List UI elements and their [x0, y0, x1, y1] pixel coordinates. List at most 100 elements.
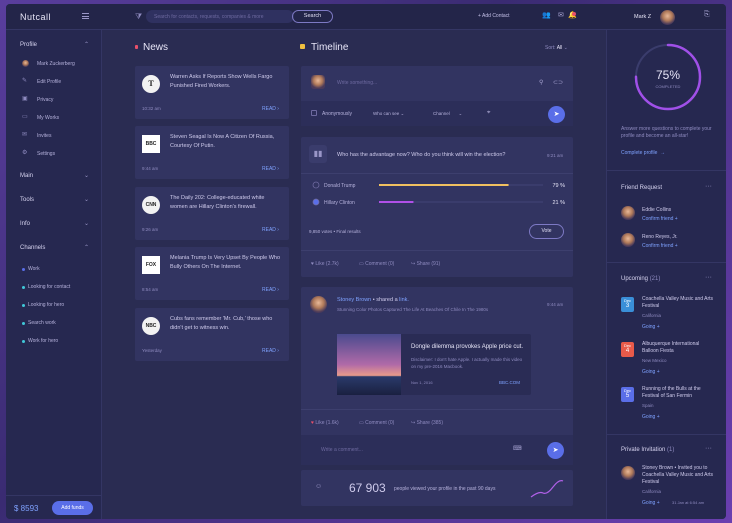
- profile-section-title[interactable]: Profile: [20, 42, 37, 48]
- sidebar-item-settings[interactable]: Settings: [37, 151, 55, 157]
- chevron-up-icon[interactable]: ⌃: [84, 41, 89, 48]
- channel-select[interactable]: Channel ⌄: [433, 111, 462, 117]
- sidebar-item-invites[interactable]: Invites: [37, 133, 51, 139]
- location-icon[interactable]: ⌖: [487, 110, 490, 117]
- event-title[interactable]: Coachella Valley Music and Arts Festival: [642, 296, 716, 310]
- sidebar-item-privacy[interactable]: Privacy: [37, 97, 53, 103]
- channel-item-search-work[interactable]: Search work: [28, 320, 56, 326]
- comment-button[interactable]: ▭ Comment (0): [359, 261, 394, 267]
- search-button[interactable]: Search: [292, 10, 333, 23]
- news-headline[interactable]: The Daily 202: College-educated white wo…: [170, 194, 282, 212]
- sidebar-item-profile-name[interactable]: Mark Zuckerberg: [37, 61, 75, 67]
- poll-value-label: 21 %: [552, 200, 565, 206]
- calendar-date-icon: Dec 4: [621, 342, 634, 357]
- going-button[interactable]: Going +: [642, 324, 660, 330]
- sidebar-item-my-works[interactable]: My Works: [37, 115, 59, 121]
- bbc-logo-icon: BBC: [142, 135, 160, 153]
- news-headline[interactable]: Cubs fans remember 'Mr. Cub,' those who …: [170, 315, 282, 333]
- sort-dropdown[interactable]: Sort: All ⌄: [545, 45, 568, 51]
- chevron-down-icon[interactable]: ⌄: [84, 172, 89, 179]
- channels-section-title[interactable]: Channels: [20, 245, 45, 251]
- send-button[interactable]: ➤: [548, 106, 565, 123]
- going-button[interactable]: Going +: [642, 369, 660, 375]
- complete-profile-link[interactable]: Complete profile →: [621, 150, 665, 156]
- main-section-title[interactable]: Main: [20, 173, 33, 179]
- confirm-friend-button[interactable]: Confirm friend +: [642, 243, 678, 249]
- chat-icon[interactable]: ✉: [558, 11, 564, 19]
- news-card[interactable]: CNN The Daily 202: College-educated whit…: [135, 187, 289, 240]
- send-comment-button[interactable]: ➤: [547, 442, 564, 459]
- hamburger-menu-icon[interactable]: [82, 13, 89, 19]
- add-user-icon[interactable]: 👥: [542, 11, 551, 19]
- channel-item-work[interactable]: Work: [28, 266, 40, 272]
- more-icon[interactable]: ···: [705, 274, 712, 281]
- anonymous-checkbox[interactable]: [311, 110, 317, 116]
- channel-item-work-for-hero[interactable]: Work for hero: [28, 338, 58, 344]
- read-link[interactable]: READ ›: [262, 166, 279, 172]
- chevron-up-icon[interactable]: ⌃: [84, 244, 89, 251]
- news-card[interactable]: FOX Melania Trump Is Very Upset By Peopl…: [135, 247, 289, 300]
- chevron-down-icon[interactable]: ⌄: [84, 196, 89, 203]
- going-button[interactable]: Going +: [642, 414, 660, 420]
- search-icon[interactable]: ⚲: [539, 79, 543, 86]
- user-avatar[interactable]: [660, 10, 675, 25]
- share-button[interactable]: ↪ Share (91): [411, 261, 440, 267]
- attach-icon[interactable]: ⊂⊃: [553, 79, 563, 86]
- confirm-friend-button[interactable]: Confirm friend +: [642, 216, 678, 222]
- channel-item-looking-for-contact[interactable]: Looking for contact: [28, 284, 70, 290]
- more-icon[interactable]: ···: [705, 183, 712, 190]
- add-funds-button[interactable]: Add funds: [52, 501, 93, 515]
- going-button[interactable]: Going +: [642, 500, 660, 506]
- filter-icon[interactable]: ⧩: [135, 12, 142, 22]
- sidebar-item-edit-profile[interactable]: Edit Profile: [37, 79, 61, 85]
- event-title[interactable]: Running of the Bulls at the Festival of …: [642, 386, 716, 400]
- keyboard-icon[interactable]: ⌨: [513, 445, 522, 452]
- event-place: California: [642, 313, 662, 318]
- compose-input[interactable]: Write something...: [337, 80, 377, 86]
- news-headline[interactable]: Melania Trump Is Very Upset By People Wh…: [170, 254, 282, 272]
- news-card[interactable]: T Warren Asks If Reports Show Wells Farg…: [135, 66, 289, 119]
- friend-name[interactable]: Eddie Collins: [642, 207, 671, 213]
- read-link[interactable]: READ ›: [262, 348, 279, 354]
- like-button[interactable]: ♥ Like (1.6k): [311, 420, 339, 426]
- read-link[interactable]: READ ›: [262, 227, 279, 233]
- news-card[interactable]: BBC Steven Seagal Is Now A Citizen Of Ru…: [135, 126, 289, 179]
- avatar[interactable]: [621, 466, 635, 480]
- news-headline[interactable]: Steven Seagal Is Now A Citizen Of Russia…: [170, 133, 282, 151]
- pencil-icon: ✎: [22, 78, 28, 84]
- news-time: 9:44 am: [142, 166, 159, 171]
- app-window: Nutcall ⧩ Search for contacts, requests,…: [6, 4, 726, 519]
- share-button[interactable]: ↪ Share (385): [411, 420, 443, 426]
- avatar[interactable]: [621, 233, 635, 247]
- chevron-down-icon[interactable]: ⌄: [84, 220, 89, 227]
- search-input[interactable]: Search for contacts, requests, companies…: [146, 10, 294, 23]
- who-can-see-select[interactable]: Who can see ⌄: [373, 111, 404, 117]
- tools-section-title[interactable]: Tools: [20, 197, 34, 203]
- more-icon[interactable]: ···: [705, 445, 712, 452]
- vote-button[interactable]: Vote: [529, 224, 564, 239]
- like-button[interactable]: ♥ Like (2.7k): [311, 261, 339, 267]
- avatar[interactable]: [621, 206, 635, 220]
- news-card[interactable]: NBC Cubs fans remember 'Mr. Cub,' those …: [135, 308, 289, 361]
- info-section-title[interactable]: Info: [20, 221, 30, 227]
- comment-input[interactable]: Write a comment...: [321, 447, 363, 453]
- logout-icon[interactable]: ⎘: [704, 11, 710, 19]
- link-preview[interactable]: Dongle dilemma provokes Apple price cut.…: [337, 334, 531, 395]
- read-link[interactable]: READ ›: [262, 287, 279, 293]
- friend-name[interactable]: Reno Reyes, Jr.: [642, 234, 678, 240]
- invitation-time: 31 Jan at 6:54 am: [672, 500, 705, 505]
- comment-button[interactable]: ▭ Comment (0): [359, 420, 394, 426]
- poll-option-radio[interactable]: [312, 181, 320, 189]
- post-time: 9:44 am: [547, 302, 564, 307]
- app-logo[interactable]: Nutcall: [20, 12, 51, 22]
- preview-source[interactable]: BBC.COM: [499, 380, 520, 385]
- preview-title[interactable]: Dongle dilemma provokes Apple price cut.: [411, 344, 523, 350]
- add-contact-button[interactable]: + Add Contact: [478, 13, 510, 19]
- event-title[interactable]: Albuquerque International Balloon Fiesta: [642, 341, 716, 355]
- avatar[interactable]: [310, 296, 327, 313]
- user-name[interactable]: Mark Z: [634, 14, 651, 20]
- read-link[interactable]: READ ›: [262, 106, 279, 112]
- news-headline[interactable]: Warren Asks If Reports Show Wells Fargo …: [170, 73, 282, 91]
- channel-item-looking-for-hero[interactable]: Looking for hero: [28, 302, 64, 308]
- poll-option-radio[interactable]: [312, 198, 320, 206]
